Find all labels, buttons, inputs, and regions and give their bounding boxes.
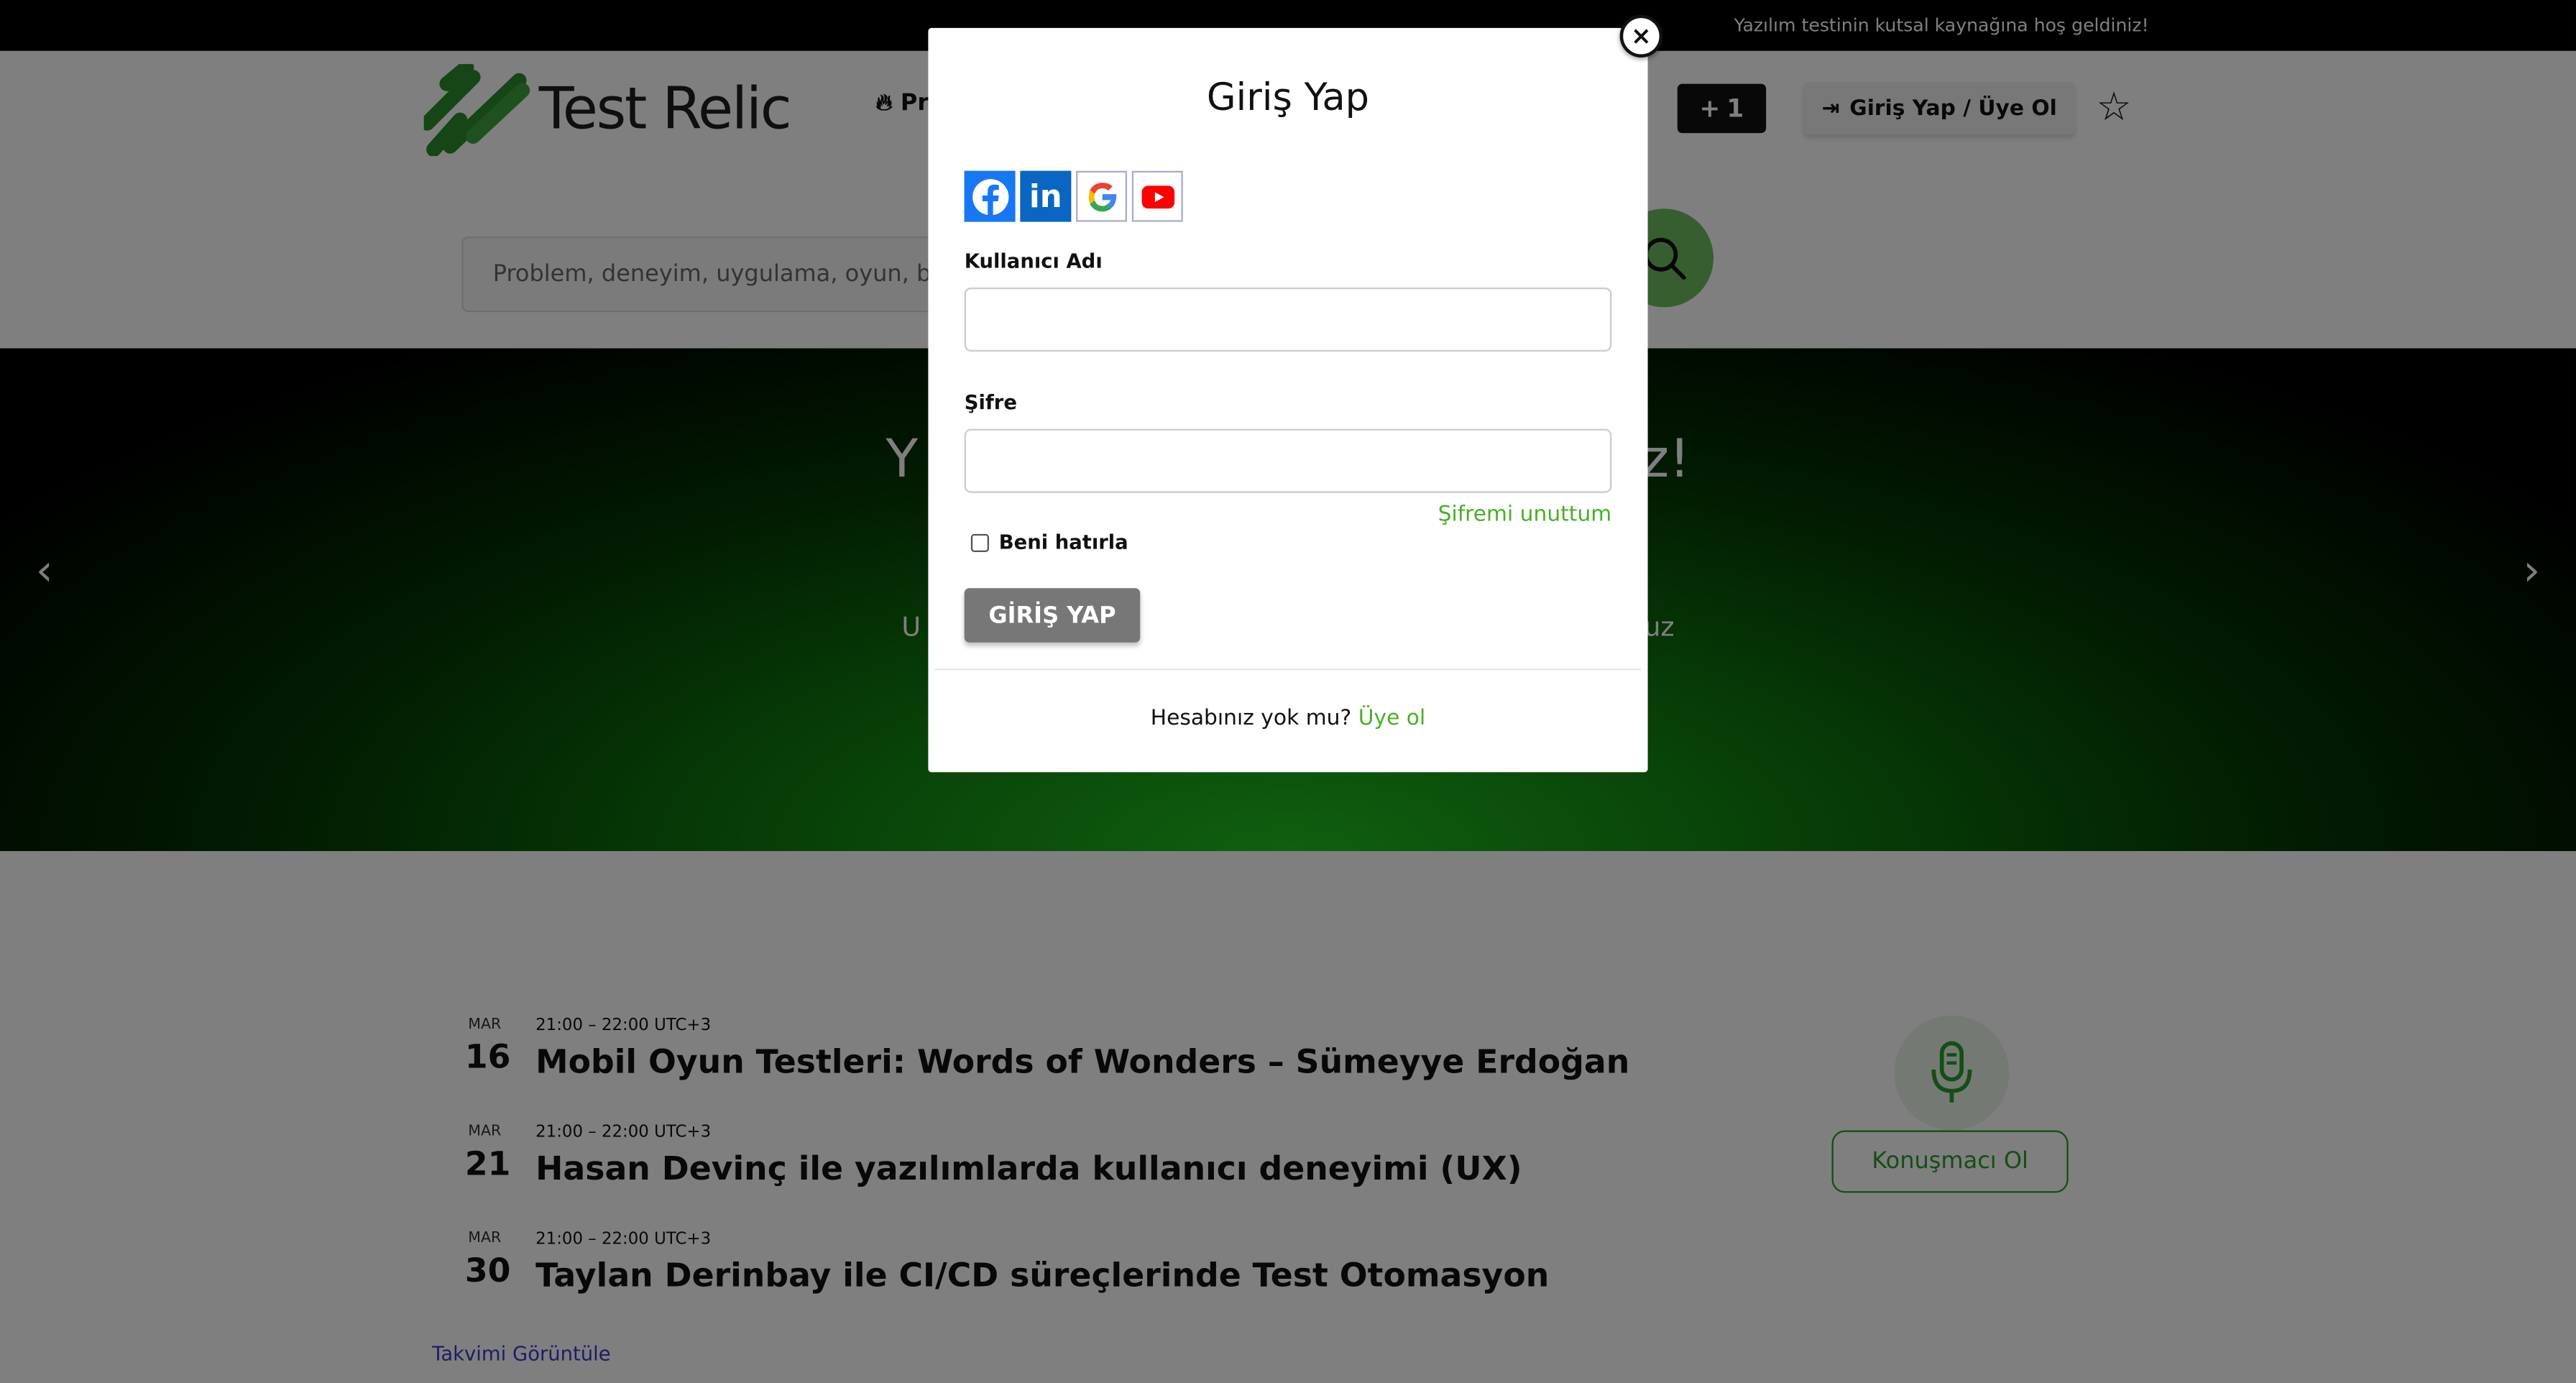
login-modal: × Giriş Yap in Kullanıcı Adı Şifre Şifre…: [928, 14, 1663, 773]
modal-title: Giriş Yap: [1206, 77, 1370, 120]
youtube-icon[interactable]: [1131, 170, 1183, 222]
linkedin-glyph: in: [1029, 178, 1062, 215]
password-field[interactable]: [964, 428, 1612, 493]
username-label: Kullanıcı Adı: [964, 249, 1103, 273]
close-icon[interactable]: ×: [1619, 14, 1663, 58]
remember-me-checkbox[interactable]: [970, 533, 989, 551]
linkedin-icon[interactable]: in: [1020, 170, 1072, 222]
google-icon[interactable]: [1076, 170, 1127, 222]
login-submit-button[interactable]: GİRİŞ YAP: [964, 588, 1141, 643]
social-login-row: in: [964, 170, 1183, 222]
signup-prompt: Hesabınız yok mu? Üye ol: [928, 707, 1647, 731]
signup-link[interactable]: Üye ol: [1358, 707, 1425, 731]
password-label: Şifre: [964, 390, 1017, 414]
username-field[interactable]: [964, 287, 1612, 352]
modal-divider: [934, 668, 1642, 671]
remember-me-label: Beni hatırla: [998, 530, 1128, 554]
remember-me[interactable]: Beni hatırla: [970, 530, 1128, 554]
forgot-password-link[interactable]: Şifremi unuttum: [1438, 502, 1612, 527]
facebook-icon[interactable]: [964, 170, 1016, 222]
no-account-text: Hesabınız yok mu?: [1150, 706, 1352, 732]
